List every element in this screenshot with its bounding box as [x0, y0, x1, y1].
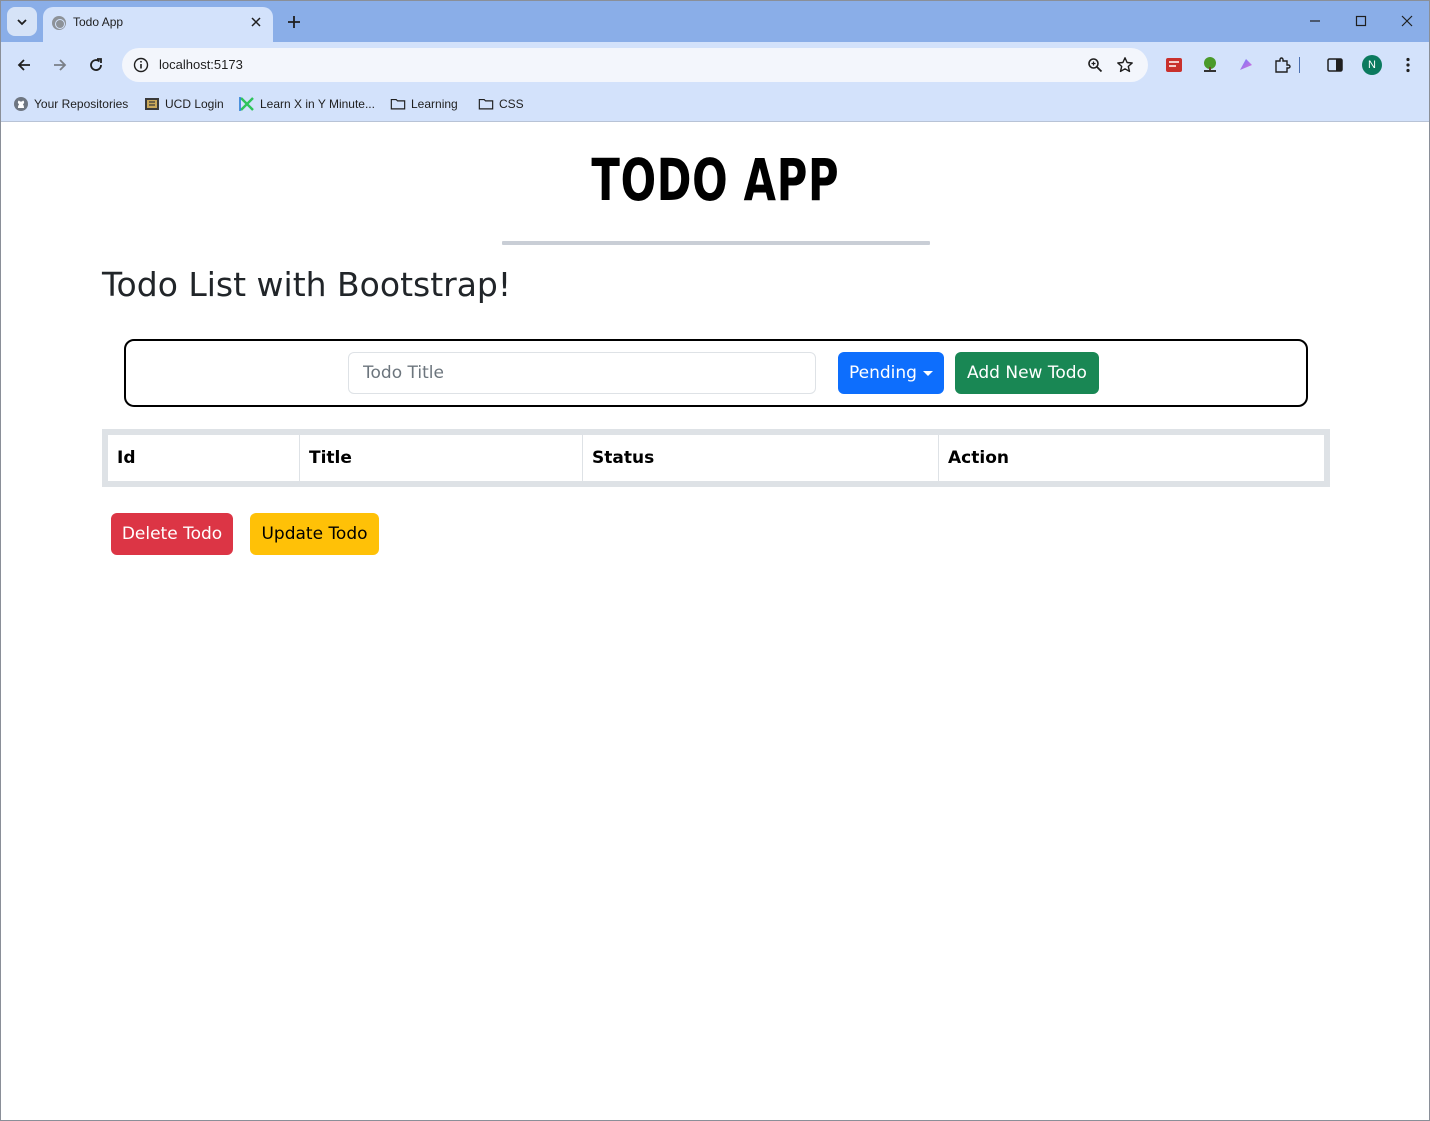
- chevron-down-icon: [17, 18, 27, 25]
- arrow-left-icon: [17, 59, 30, 71]
- minimize-button[interactable]: [1295, 7, 1335, 35]
- close-icon: [1401, 15, 1413, 27]
- back-button[interactable]: [10, 51, 38, 79]
- bookmark-label: UCD Login: [165, 97, 224, 111]
- maximize-button[interactable]: [1341, 7, 1381, 35]
- folder-icon: [390, 96, 406, 112]
- folder-icon: [478, 96, 494, 112]
- new-tab-button[interactable]: [281, 9, 307, 35]
- minimize-icon: [1310, 20, 1320, 22]
- bookmark-label: CSS: [499, 97, 524, 111]
- github-icon: [13, 96, 29, 112]
- bookmark-your-repositories[interactable]: Your Repositories: [13, 94, 128, 114]
- maximize-icon: [1355, 15, 1367, 27]
- tab-title: Todo App: [73, 15, 124, 29]
- caret-down-icon: [922, 370, 933, 376]
- tab-search-button[interactable]: [7, 7, 37, 36]
- forward-button[interactable]: [46, 51, 74, 79]
- column-header-action: Action: [948, 448, 1009, 468]
- bookmark-ucd-login[interactable]: UCD Login: [144, 94, 224, 114]
- profile-avatar[interactable]: N: [1362, 55, 1382, 75]
- column-header-id: Id: [108, 435, 300, 481]
- toolbar-divider: [1298, 55, 1300, 75]
- close-window-button[interactable]: [1387, 7, 1427, 35]
- bookmark-folder-css[interactable]: CSS: [478, 94, 524, 114]
- zoom-icon[interactable]: [1086, 56, 1104, 74]
- update-todo-button[interactable]: Update Todo: [250, 513, 379, 555]
- close-icon: [251, 17, 261, 27]
- reload-button[interactable]: [82, 51, 110, 79]
- address-bar[interactable]: localhost:5173: [122, 48, 1148, 82]
- bookmark-learn-x[interactable]: Learn X in Y Minute...: [239, 94, 375, 114]
- bookmark-label: Learn X in Y Minute...: [260, 97, 375, 111]
- ucd-icon: [144, 96, 160, 112]
- add-todo-button[interactable]: Add New Todo: [955, 352, 1099, 394]
- tab-active[interactable]: Todo App: [43, 7, 273, 42]
- todo-title-input[interactable]: [348, 352, 816, 394]
- site-info-icon[interactable]: [132, 56, 150, 74]
- page-content: TODO APP Todo List with Bootstrap! Pendi…: [2, 123, 1429, 1120]
- globe-icon: [52, 16, 66, 30]
- tab-close-button[interactable]: [247, 13, 265, 31]
- bookmark-label: Learning: [411, 97, 458, 111]
- todo-form: Pending Add New Todo: [124, 339, 1308, 407]
- arrow-right-icon: [54, 59, 67, 71]
- todo-table: Id Title Status Action: [102, 429, 1330, 487]
- status-dropdown-label: Pending: [849, 363, 917, 383]
- app-title: TODO APP: [591, 146, 840, 214]
- title-divider: [502, 241, 930, 245]
- page-subheading: Todo List with Bootstrap!: [102, 265, 512, 304]
- bookmark-folder-learning[interactable]: Learning: [390, 94, 458, 114]
- bookmark-star-icon[interactable]: [1115, 55, 1135, 75]
- plus-icon: [288, 16, 300, 28]
- browser-window: Todo App localhost:5173 N Your Repositor…: [0, 0, 1430, 1121]
- bookmark-label: Your Repositories: [34, 97, 129, 111]
- menu-kebab-icon[interactable]: [1398, 55, 1418, 75]
- status-dropdown-button[interactable]: Pending: [838, 352, 944, 394]
- extension-red-icon[interactable]: [1164, 55, 1184, 75]
- column-header-status: Status: [583, 435, 939, 481]
- side-panel-icon[interactable]: [1325, 55, 1345, 75]
- extensions-puzzle-icon[interactable]: [1272, 55, 1292, 75]
- bookmarks-bar: Your Repositories UCD Login Learn X in Y…: [1, 87, 1429, 122]
- extension-tree-icon[interactable]: [1200, 55, 1220, 75]
- learnx-icon: [239, 96, 255, 112]
- tab-strip: Todo App: [1, 1, 1429, 42]
- column-header-title: Title: [300, 435, 583, 481]
- delete-todo-button[interactable]: Delete Todo: [111, 513, 233, 555]
- url-text: localhost:5173: [159, 57, 243, 72]
- extension-gradient-icon[interactable]: [1236, 55, 1256, 75]
- reload-icon: [90, 58, 102, 71]
- browser-toolbar: localhost:5173: [1, 42, 1429, 87]
